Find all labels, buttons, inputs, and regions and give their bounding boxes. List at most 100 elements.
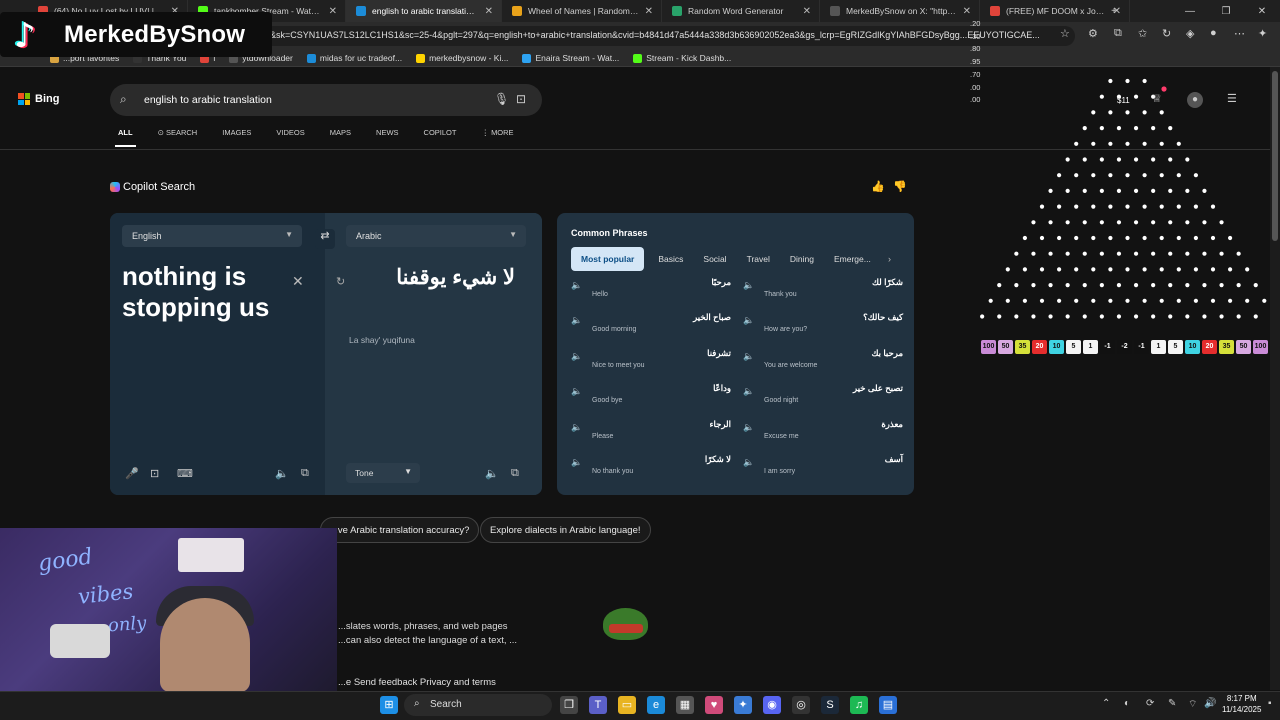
source-text-input[interactable]: nothing is stopping us (122, 261, 282, 323)
copy-icon[interactable]: ⧉ (301, 467, 309, 480)
history-icon[interactable]: ↻ (1162, 27, 1171, 40)
notification-bell-icon[interactable]: ▪ (1268, 698, 1272, 709)
notepad-icon[interactable]: ▤ (879, 696, 897, 714)
microphone-icon[interactable]: 🎤 (125, 467, 139, 480)
speaker-icon[interactable]: 🔈 (571, 386, 582, 397)
browser-tab[interactable]: Random Word Generator ✕ (662, 0, 820, 22)
chevron-right-icon[interactable]: › (888, 254, 891, 264)
speaker-icon[interactable]: 🔈 (743, 386, 754, 397)
speaker-icon[interactable]: 🔈 (275, 467, 289, 480)
photos-icon[interactable]: ♥ (705, 696, 723, 714)
phrase-item[interactable]: 🔈 تشرفنا Nice to meet you (571, 348, 731, 381)
visual-search-icon[interactable]: ⊡ (516, 92, 526, 106)
speaker-icon[interactable]: 🔈 (571, 351, 582, 362)
system-clock[interactable]: 8:17 PM 11/14/2025 (1222, 693, 1261, 715)
bookmark-item[interactable]: Stream - Kick Dashb... (633, 53, 731, 63)
phrase-item[interactable]: 🔈 آسف I am sorry (743, 454, 903, 487)
store-icon[interactable]: ▦ (676, 696, 694, 714)
tab-close-icon[interactable]: ✕ (329, 6, 337, 17)
copy-icon[interactable]: ⧉ (511, 467, 519, 480)
profile-icon[interactable]: ● (1210, 27, 1217, 39)
camera-icon[interactable]: ⊡ (150, 467, 159, 480)
keyboard-icon[interactable]: ⌨ (177, 467, 193, 480)
phrase-item[interactable]: 🔈 مرحبًا Hello (571, 277, 731, 310)
tab-close-icon[interactable]: ✕ (645, 6, 653, 17)
speaker-icon[interactable]: 🔈 (743, 351, 754, 362)
target-language-select[interactable]: Arabic ▼ (346, 225, 526, 247)
refresh-icon[interactable]: ↻ (336, 275, 345, 288)
tab-videos[interactable]: VIDEOS (276, 128, 304, 148)
search-query[interactable]: english to arabic translation (144, 94, 272, 106)
url-field[interactable]: &sk=CSYN1UAS7LS12LC1HS1&sc=25-4&pglt=297… (230, 26, 1075, 46)
clear-text-icon[interactable]: ✕ (292, 273, 304, 290)
favorite-star-icon[interactable]: ☆ (1060, 27, 1070, 40)
phrase-item[interactable]: 🔈 صباح الخير Good morning (571, 312, 731, 345)
speaker-icon[interactable]: 🔈 (571, 280, 582, 291)
hamburger-menu-icon[interactable]: ☰ (1227, 92, 1237, 105)
tab-news[interactable]: NEWS (376, 128, 399, 148)
steam-icon[interactable]: S (821, 696, 839, 714)
edge-browser-icon[interactable]: e (647, 696, 665, 714)
bing-logo[interactable]: Bing (18, 93, 59, 105)
tab-search[interactable]: ⊙ SEARCH (158, 128, 198, 148)
browser-tab[interactable]: MerkedBySnow on X: "https://t.c... ✕ (820, 0, 980, 22)
phrase-tab[interactable]: Dining (790, 254, 814, 264)
tab-close-icon[interactable]: ✕ (803, 6, 811, 17)
scrollbar-thumb[interactable] (1272, 71, 1278, 241)
phrase-item[interactable]: 🔈 مرحبا بك You are welcome (743, 348, 903, 381)
speaker-icon[interactable]: 🔈 (571, 422, 582, 433)
speaker-icon[interactable]: 🔈 (743, 315, 754, 326)
close-icon[interactable]: ✕ (1244, 6, 1280, 17)
taskbar-search[interactable]: ⌕ Search (404, 694, 552, 716)
rewards-icon[interactable]: ♕ (1152, 92, 1162, 105)
suggestion-chip-accuracy[interactable]: ...ve Arabic translation accuracy? (320, 517, 480, 543)
account-avatar-icon[interactable]: ● (1187, 92, 1203, 108)
phrase-tab[interactable]: Most popular (571, 247, 645, 271)
phrase-item[interactable]: 🔈 معذرة Excuse me (743, 419, 903, 452)
favorites-icon[interactable]: ✩ (1138, 27, 1147, 40)
tab-close-icon[interactable]: ✕ (485, 6, 493, 17)
copilot-icon[interactable]: ✦ (1258, 27, 1267, 40)
phrase-item[interactable]: 🔈 تصبح على خير Good night (743, 383, 903, 416)
file-explorer-icon[interactable]: ▭ (618, 696, 636, 714)
bookmark-item[interactable]: Enaira Stream - Wat... (522, 53, 619, 63)
phrase-item[interactable]: 🔈 وداعًا Good bye (571, 383, 731, 416)
speaker-icon[interactable]: 🔈 (485, 467, 499, 480)
search-box[interactable]: ⌕ english to arabic translation 🎙 ⊡ (110, 84, 542, 116)
phrase-item[interactable]: 🔈 لا شكرًا No thank you (571, 454, 731, 487)
shield-icon[interactable]: ◈ (1186, 27, 1194, 40)
speaker-icon[interactable]: 🔈 (571, 457, 582, 468)
browser-tab[interactable]: Wheel of Names | Random name... ✕ (502, 0, 662, 22)
teams-icon[interactable]: T (589, 696, 607, 714)
tab-images[interactable]: IMAGES (222, 128, 251, 148)
phrase-item[interactable]: 🔈 شكرًا لك Thank you (743, 277, 903, 310)
phrase-tab[interactable]: Travel (747, 254, 770, 264)
phrase-item[interactable]: 🔈 كيف حالك؟ How are you? (743, 312, 903, 345)
tab-copilot[interactable]: COPILOT (424, 128, 457, 148)
spotify-icon[interactable]: ♫ (850, 696, 868, 714)
task-view-icon[interactable]: ❐ (560, 696, 578, 714)
extensions-icon[interactable]: ⚙ (1088, 27, 1098, 40)
minimize-icon[interactable]: — (1172, 6, 1208, 17)
tone-select[interactable]: Tone ▼ (346, 463, 420, 483)
tab-all[interactable]: ALL (115, 128, 136, 148)
tray-pen-icon[interactable]: ✎ (1168, 698, 1176, 709)
feedback-links[interactable]: ...e Send feedback Privacy and terms (338, 677, 496, 688)
speaker-icon[interactable]: 🔈 (743, 280, 754, 291)
suggestion-chip-dialects[interactable]: Explore dialects in Arabic language! (480, 517, 651, 543)
tray-chevron-icon[interactable]: ⌃ (1102, 698, 1110, 709)
phrase-item[interactable]: 🔈 الرجاء Please (571, 419, 731, 452)
tab-maps[interactable]: MAPS (330, 128, 351, 148)
bookmark-item[interactable]: merkedbysnow - Ki... (416, 53, 508, 63)
phrase-tab[interactable]: Emerge... (834, 254, 871, 264)
new-tab-button[interactable]: + (1096, 6, 1132, 17)
source-language-select[interactable]: English ▼ (122, 225, 302, 247)
thumbs-down-icon[interactable]: 👎 (893, 180, 907, 193)
copilot-app-icon[interactable]: ✦ (734, 696, 752, 714)
puzzle-icon[interactable]: ⧉ (1114, 27, 1122, 40)
speaker-icon[interactable]: 🔈 (571, 315, 582, 326)
speaker-icon[interactable]: 🔈 (743, 457, 754, 468)
thumbs-up-icon[interactable]: 👍 (871, 180, 885, 193)
start-menu-icon[interactable]: ⊞ (380, 696, 398, 714)
speaker-icon[interactable]: 🔈 (743, 422, 754, 433)
